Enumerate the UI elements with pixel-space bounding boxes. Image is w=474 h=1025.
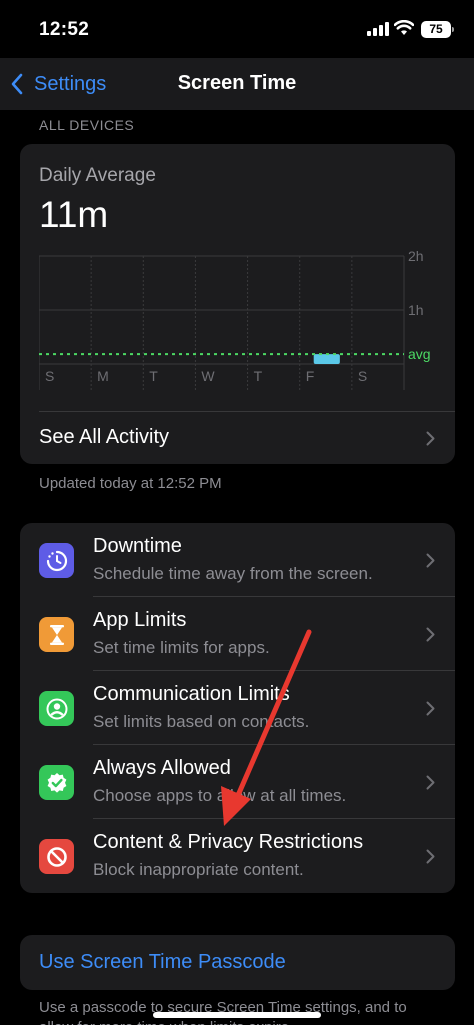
chevron-right-icon xyxy=(426,431,435,446)
page-title: Screen Time xyxy=(177,72,297,94)
see-all-activity-button[interactable]: See All Activity xyxy=(20,412,455,464)
chevron-right-icon xyxy=(426,775,435,790)
restriction-icon xyxy=(39,839,74,874)
checkmark-badge-icon xyxy=(39,765,74,800)
see-all-activity-label: See All Activity xyxy=(39,426,170,448)
daily-average-label: Daily Average xyxy=(39,165,156,186)
chart-y-tick-label: 2h xyxy=(408,249,424,264)
settings-row-title: Communication Limits xyxy=(93,683,290,705)
settings-row-title: Always Allowed xyxy=(93,757,231,779)
hourglass-icon xyxy=(39,617,74,652)
chart-x-tick-label: M xyxy=(97,368,109,384)
settings-row-subtitle: Set time limits for apps. xyxy=(93,638,270,657)
settings-row-subtitle: Choose apps to allow at all times. xyxy=(93,786,347,805)
chevron-right-icon xyxy=(426,553,435,568)
section-header-all-devices: ALL DEVICES xyxy=(39,117,135,133)
usage-bar-chart: 2h 1h avg S M T W T F S xyxy=(39,249,431,390)
settings-row-content-privacy-restrictions[interactable]: Content & Privacy Restrictions Block ina… xyxy=(20,819,455,893)
chart-x-tick-label: T xyxy=(254,368,263,384)
person-circle-icon xyxy=(39,691,74,726)
chart-average-label: avg xyxy=(408,346,431,362)
settings-row-subtitle: Block inappropriate content. xyxy=(93,860,304,879)
daily-average-card[interactable]: Daily Average 11m 2h 1h avg S M T W T F S See All… xyxy=(20,144,455,464)
screen-time-passcode-label: Use Screen Time Passcode xyxy=(39,951,286,973)
status-time: 12:52 xyxy=(39,19,90,40)
settings-row-always-allowed[interactable]: Always Allowed Choose apps to allow at a… xyxy=(20,745,455,819)
settings-row-title: Downtime xyxy=(93,535,182,557)
screen-time-passcode-button[interactable]: Use Screen Time Passcode xyxy=(20,935,455,990)
daily-average-value: 11m xyxy=(39,194,109,235)
status-bar: 12:52 75 xyxy=(0,0,474,58)
home-indicator[interactable] xyxy=(153,1012,321,1018)
updated-timestamp: Updated today at 12:52 PM xyxy=(39,475,222,492)
battery-indicator: 75 xyxy=(421,21,454,38)
settings-row-subtitle: Schedule time away from the screen. xyxy=(93,564,373,583)
settings-row-communication-limits[interactable]: Communication Limits Set limits based on… xyxy=(20,671,455,745)
chart-x-tick-label: S xyxy=(45,368,54,384)
settings-row-title: App Limits xyxy=(93,609,187,631)
screen-time-settings-list: Downtime Schedule time away from the scr… xyxy=(20,523,455,893)
wifi-icon xyxy=(394,20,414,35)
chart-x-tick-label: W xyxy=(201,368,215,384)
downtime-icon xyxy=(39,543,74,578)
chart-x-tick-label: F xyxy=(306,368,315,384)
settings-row-app-limits[interactable]: App Limits Set time limits for apps. xyxy=(20,597,455,671)
chevron-right-icon xyxy=(426,849,435,864)
chart-x-tick-label: S xyxy=(358,368,367,384)
cellular-signal-icon xyxy=(367,22,389,36)
chart-x-tick-label: T xyxy=(149,368,158,384)
settings-row-title: Content & Privacy Restrictions xyxy=(93,831,364,853)
chart-bar xyxy=(313,354,340,364)
chevron-right-icon xyxy=(426,701,435,716)
chevron-right-icon xyxy=(426,627,435,642)
navigation-bar: Settings Screen Time xyxy=(0,58,474,110)
settings-row-subtitle: Set limits based on contacts. xyxy=(93,712,310,731)
chart-y-tick-label: 1h xyxy=(408,302,424,318)
settings-row-downtime[interactable]: Downtime Schedule time away from the scr… xyxy=(20,523,455,597)
